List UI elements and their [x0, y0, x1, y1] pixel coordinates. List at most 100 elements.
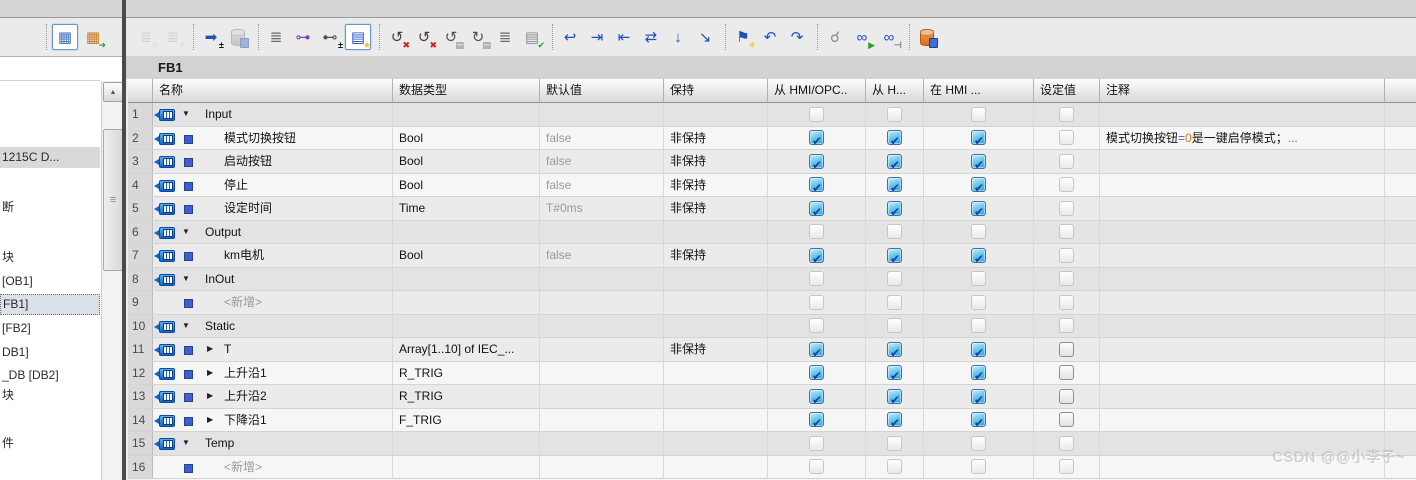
tree-item[interactable]: 块: [0, 385, 100, 406]
cell-datatype[interactable]: Bool: [393, 244, 540, 267]
hmi-opc-checkbox[interactable]: [809, 177, 824, 196]
cell-comment[interactable]: 模式切换按钮=0是一键启停模式；...: [1100, 126, 1385, 149]
hmi-opc-checkbox[interactable]: [809, 200, 824, 220]
insert-bookmark-button[interactable]: ⚑ ✳: [731, 25, 756, 50]
in-hmi-checkbox[interactable]: [971, 200, 986, 220]
cell-name[interactable]: 设定时间: [153, 197, 393, 220]
cell-name[interactable]: ▶ 下降沿1: [153, 408, 393, 431]
cell-comment[interactable]: [1100, 220, 1385, 243]
cell-name[interactable]: <新增>: [153, 455, 393, 478]
cell-comment[interactable]: [1100, 361, 1385, 384]
cell-retain[interactable]: [664, 455, 768, 478]
cell-comment[interactable]: [1100, 432, 1385, 455]
hmi-opc-checkbox[interactable]: [809, 341, 824, 361]
hmi-opc-checkbox[interactable]: [809, 388, 824, 408]
scroll-thumb[interactable]: ≡: [103, 129, 123, 271]
cell-retain[interactable]: [664, 361, 768, 384]
tree-item[interactable]: _DB [DB2]: [0, 365, 100, 386]
copy-start-to-snapshot-button[interactable]: ⊷ ±: [318, 25, 344, 50]
in-hmi-checkbox[interactable]: [971, 177, 986, 196]
cell-datatype[interactable]: [393, 267, 540, 290]
tree-item[interactable]: FB1]: [0, 294, 100, 315]
from-h-checkbox[interactable]: [887, 365, 902, 384]
cell-datatype[interactable]: [393, 455, 540, 478]
setpoint-checkbox[interactable]: [1059, 365, 1074, 381]
cell-default-value[interactable]: [540, 361, 664, 384]
in-hmi-checkbox[interactable]: [971, 247, 986, 267]
cell-retain[interactable]: [664, 220, 768, 243]
cell-name[interactable]: ▶ 上升沿2: [153, 385, 393, 408]
cell-default-value[interactable]: false: [540, 173, 664, 196]
update-interface-button[interactable]: ▤ ★: [345, 24, 371, 50]
cell-name[interactable]: km电机: [153, 244, 393, 267]
go-online-search-button[interactable]: ☌: [823, 25, 847, 49]
from-h-checkbox[interactable]: [887, 388, 902, 408]
cell-retain[interactable]: 非保持: [664, 338, 768, 361]
snapshot-actual-values-button[interactable]: ≣: [264, 25, 288, 49]
cell-retain[interactable]: [664, 385, 768, 408]
hmi-opc-checkbox[interactable]: [809, 365, 824, 384]
cell-datatype[interactable]: Bool: [393, 150, 540, 173]
generate-block-button[interactable]: ▦ ➜: [81, 25, 106, 50]
hmi-opc-checkbox[interactable]: [809, 153, 824, 173]
cell-datatype[interactable]: Bool: [393, 173, 540, 196]
tree-item[interactable]: 1215C D...: [0, 147, 100, 168]
sort-order-button[interactable]: ↓: [666, 25, 690, 49]
tree-item[interactable]: 断: [0, 197, 100, 218]
hmi-opc-checkbox[interactable]: [809, 130, 824, 149]
from-h-checkbox[interactable]: [887, 177, 902, 196]
next-bookmark-button[interactable]: ↷: [785, 25, 809, 49]
cell-default-value[interactable]: [540, 314, 664, 337]
cell-comment[interactable]: [1100, 173, 1385, 196]
row-number[interactable]: 6: [128, 220, 153, 243]
cell-default-value[interactable]: false: [540, 150, 664, 173]
cell-default-value[interactable]: [540, 291, 664, 314]
setpoint-checkbox[interactable]: [1059, 341, 1074, 357]
apply-to-start-1-button[interactable]: ↺ ▤: [439, 25, 464, 50]
cell-name[interactable]: <新增>: [153, 291, 393, 314]
row-number[interactable]: 2: [128, 126, 153, 149]
cell-retain[interactable]: 非保持: [664, 244, 768, 267]
row-number[interactable]: 12: [128, 361, 153, 384]
expand-member-access-button[interactable]: ➡ ±: [199, 25, 224, 50]
forward-to-button[interactable]: ⇥: [585, 25, 609, 49]
in-hmi-checkbox[interactable]: [971, 153, 986, 173]
cell-default-value[interactable]: [540, 455, 664, 478]
from-h-checkbox[interactable]: [887, 153, 902, 173]
cell-name[interactable]: ▼ Input: [153, 103, 393, 126]
cell-name[interactable]: 停止: [153, 173, 393, 196]
cell-name[interactable]: ▶ 上升沿1: [153, 361, 393, 384]
cell-datatype[interactable]: F_TRIG: [393, 408, 540, 431]
tree-item[interactable]: [OB1]: [0, 271, 100, 292]
cell-default-value[interactable]: [540, 220, 664, 243]
cell-default-value[interactable]: [540, 267, 664, 290]
apply-to-start-2-button[interactable]: ↻ ▤: [466, 25, 491, 50]
discard-snapshot-1-button[interactable]: ↺ ✖: [385, 25, 410, 50]
cell-datatype[interactable]: Bool: [393, 126, 540, 149]
detail-view-button[interactable]: ▦: [52, 24, 78, 50]
scroll-up-button[interactable]: ▲: [103, 82, 123, 102]
cell-comment[interactable]: [1100, 338, 1385, 361]
tree-scrollbar[interactable]: ▲ ≡: [101, 81, 123, 480]
row-number[interactable]: 8: [128, 267, 153, 290]
tree-item[interactable]: [FB2]: [0, 318, 100, 339]
cell-comment[interactable]: [1100, 197, 1385, 220]
cell-comment[interactable]: [1100, 408, 1385, 431]
cell-default-value[interactable]: [540, 408, 664, 431]
cell-datatype[interactable]: R_TRIG: [393, 385, 540, 408]
cell-datatype[interactable]: [393, 103, 540, 126]
cell-name[interactable]: 启动按钮: [153, 150, 393, 173]
row-number[interactable]: 3: [128, 150, 153, 173]
cell-datatype[interactable]: [393, 291, 540, 314]
cell-name[interactable]: ▼ InOut: [153, 267, 393, 290]
discard-snapshot-2-button[interactable]: ↺ ✖: [412, 25, 437, 50]
cell-default-value[interactable]: T#0ms: [540, 197, 664, 220]
cell-comment[interactable]: [1100, 314, 1385, 337]
tree-item[interactable]: 块: [0, 247, 100, 268]
cell-datatype[interactable]: [393, 432, 540, 455]
monitor-all-button[interactable]: ∞ ▶: [850, 25, 875, 50]
rewire-button[interactable]: ⇄: [639, 25, 663, 49]
row-number[interactable]: 13: [128, 385, 153, 408]
row-number[interactable]: 10: [128, 314, 153, 337]
cell-retain[interactable]: [664, 432, 768, 455]
